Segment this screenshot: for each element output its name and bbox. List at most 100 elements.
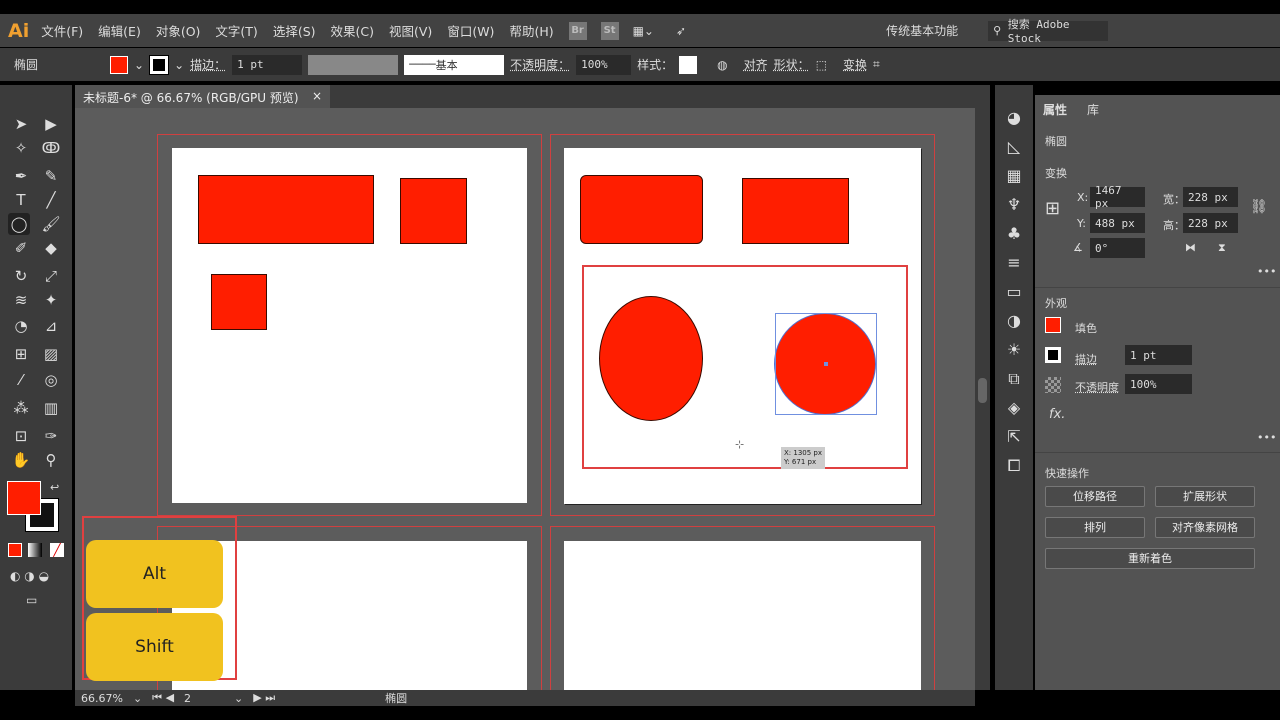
artboard-number[interactable]: 2 xyxy=(184,692,224,705)
bridge-button[interactable]: Br xyxy=(568,21,587,40)
fill-swatch[interactable] xyxy=(110,55,128,74)
scale-icon[interactable]: ⤢ xyxy=(40,265,62,287)
opacity-input[interactable]: 100% xyxy=(576,54,632,75)
slice-icon[interactable]: ✑ xyxy=(40,425,62,447)
flip-vertical-icon[interactable]: ⧗ xyxy=(1218,241,1226,255)
layout-icon[interactable]: ▦⌄ xyxy=(633,24,654,38)
style-swatch[interactable] xyxy=(679,55,698,74)
offset-path-button[interactable]: 位移路径 xyxy=(1045,486,1145,507)
appearance-icon[interactable]: ☀ xyxy=(995,335,1033,364)
none-mode-icon[interactable]: ╱ xyxy=(50,543,64,557)
warp-icon[interactable]: ≋ xyxy=(10,289,32,311)
curvature-icon[interactable]: ✎ xyxy=(40,165,62,187)
workspace-switcher[interactable]: 传统基本功能 xyxy=(886,22,958,39)
zoom-icon[interactable]: ⚲ xyxy=(40,449,62,471)
menu-view[interactable]: 视图(V) xyxy=(389,21,432,40)
opacity-input-panel[interactable]: 100% xyxy=(1125,374,1192,394)
more-options-icon[interactable]: ••• xyxy=(1257,431,1276,444)
grid-icon[interactable]: ▦ xyxy=(995,161,1033,190)
rectangle[interactable] xyxy=(400,178,467,244)
y-input[interactable]: 488 px xyxy=(1090,213,1145,233)
arrange-button[interactable]: 排列 xyxy=(1045,517,1145,538)
ellipse[interactable] xyxy=(599,296,703,421)
more-options-icon[interactable]: ••• xyxy=(1257,265,1276,278)
mesh-icon[interactable]: ⊞ xyxy=(10,343,32,365)
stroke-link[interactable]: 描边 xyxy=(1075,351,1097,367)
menu-window[interactable]: 窗口(W) xyxy=(447,21,494,40)
hand-icon[interactable]: ✋ xyxy=(10,449,32,471)
artboard-1[interactable] xyxy=(172,148,527,503)
symbols-icon[interactable]: ♣ xyxy=(995,219,1033,248)
menu-type[interactable]: 文字(T) xyxy=(215,21,257,40)
menu-help[interactable]: 帮助(H) xyxy=(509,21,553,40)
rectangle[interactable] xyxy=(742,178,849,244)
eyedropper-icon[interactable]: ⁄ xyxy=(10,369,32,391)
square[interactable] xyxy=(211,274,267,330)
tab-properties[interactable]: 属性 xyxy=(1035,95,1076,121)
recolor-icon[interactable]: ◍ xyxy=(717,58,727,72)
rotate-icon[interactable]: ↻ xyxy=(10,265,32,287)
next-artboard-icon[interactable]: ▶ ⏭ xyxy=(253,691,275,705)
variable-width-profile[interactable] xyxy=(308,54,399,75)
close-tab-icon[interactable]: × xyxy=(312,89,322,103)
rounded-rectangle[interactable] xyxy=(580,175,703,244)
document-tab[interactable]: 未标题-6* @ 66.67% (RGB/GPU 预览) × xyxy=(75,85,330,108)
eraser-icon[interactable]: ◆ xyxy=(40,237,62,259)
rocket-icon[interactable]: ➶ xyxy=(676,24,686,38)
menu-edit[interactable]: 编辑(E) xyxy=(98,21,141,40)
paintbrush-icon[interactable]: 🖌 xyxy=(40,213,62,235)
gradient-icon[interactable]: ▨ xyxy=(40,343,62,365)
first-artboard-icon[interactable]: ⏮ ◀ xyxy=(152,691,174,705)
magic-wand-icon[interactable]: ✧ xyxy=(10,137,32,159)
opacity-link[interactable]: 不透明度 xyxy=(1075,379,1119,395)
flip-horizontal-icon[interactable]: ⧓ xyxy=(1185,241,1196,254)
stroke-panel-icon[interactable]: ≡ xyxy=(995,248,1033,277)
stroke-label[interactable]: 描边： xyxy=(190,56,226,73)
screen-mode-icon[interactable]: ▭ xyxy=(26,593,37,607)
fx-icon[interactable]: fx. xyxy=(1049,407,1065,422)
line-tool-icon[interactable]: ╱ xyxy=(40,189,62,211)
ellipse-tool-icon[interactable]: ◯ xyxy=(8,213,30,235)
artboard-4[interactable] xyxy=(564,541,921,690)
rectangle[interactable] xyxy=(198,175,374,244)
fill-color-box[interactable] xyxy=(7,481,41,515)
shaper-icon[interactable]: ✐ xyxy=(10,237,32,259)
recolor-button[interactable]: 重新着色 xyxy=(1045,548,1255,569)
stroke-weight-panel[interactable]: 1 pt xyxy=(1125,345,1192,365)
graphic-styles-icon[interactable]: ⧉ xyxy=(995,364,1033,393)
zoom-level[interactable]: 66.67% xyxy=(81,692,123,705)
width-input[interactable]: 228 px xyxy=(1183,187,1238,207)
perspective-icon[interactable]: ⊿ xyxy=(40,315,62,337)
align-link[interactable]: 对齐 xyxy=(744,56,768,73)
export-icon[interactable]: ⇱ xyxy=(995,422,1033,451)
stroke-weight-input[interactable]: 1 pt xyxy=(232,54,303,75)
constrain-proportions-icon[interactable]: ⛓ xyxy=(1250,199,1268,215)
height-input[interactable]: 228 px xyxy=(1183,213,1238,233)
shape-link[interactable]: 形状： xyxy=(774,56,810,73)
puppet-warp-icon[interactable]: ✦ xyxy=(40,289,62,311)
swatches-icon[interactable]: ◺ xyxy=(995,132,1033,161)
rotate-input[interactable]: 0° xyxy=(1090,238,1145,258)
align-pixel-grid-button[interactable]: 对齐像素网格 xyxy=(1155,517,1255,538)
fill-swatch-panel[interactable] xyxy=(1045,317,1061,333)
transparency-icon[interactable]: ◑ xyxy=(995,306,1033,335)
transform-link[interactable]: 变换 xyxy=(843,56,867,73)
menu-select[interactable]: 选择(S) xyxy=(273,21,316,40)
scroll-thumb[interactable] xyxy=(978,378,987,403)
symbol-sprayer-icon[interactable]: ⁂ xyxy=(10,397,32,419)
shape-builder-icon[interactable]: ◔ xyxy=(10,315,32,337)
stroke-swatch[interactable] xyxy=(149,54,170,75)
stock-button[interactable]: St xyxy=(600,21,619,40)
menu-file[interactable]: 文件(F) xyxy=(41,21,83,40)
menu-object[interactable]: 对象(O) xyxy=(156,21,201,40)
color-mode-icon[interactable] xyxy=(8,543,22,557)
tab-libraries[interactable]: 库 xyxy=(1079,95,1107,121)
vertical-scrollbar[interactable] xyxy=(975,108,990,690)
color-guide-icon[interactable]: ◕ xyxy=(995,103,1033,132)
selection-tool-icon[interactable]: ➤ xyxy=(10,113,32,135)
stroke-swatch-panel[interactable] xyxy=(1045,347,1061,363)
x-input[interactable]: 1467 px xyxy=(1090,184,1145,210)
artboard-2[interactable]: ⊹ X: 1305 px Y: 671 px xyxy=(564,148,921,504)
reference-point-icon[interactable]: ⊞ xyxy=(1045,198,1060,219)
menu-effect[interactable]: 效果(C) xyxy=(331,21,374,40)
